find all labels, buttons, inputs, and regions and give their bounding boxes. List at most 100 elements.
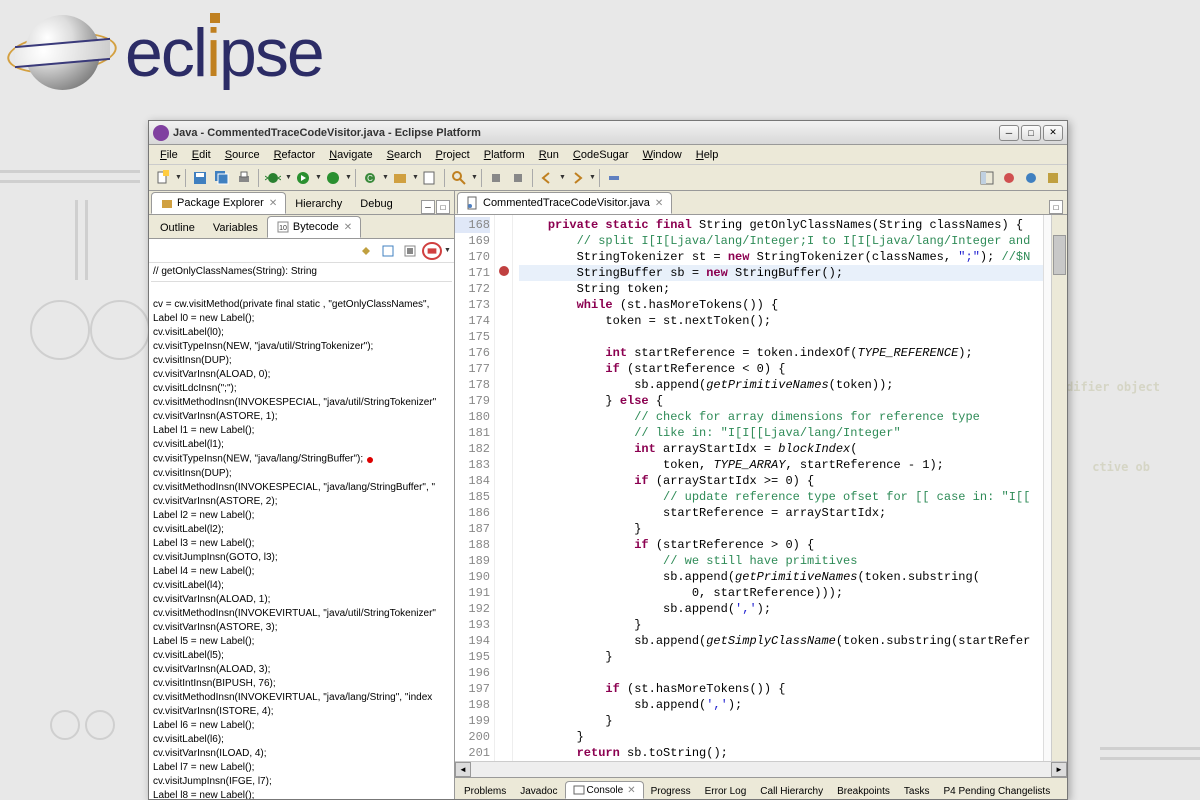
perspective-more-button[interactable]: [1043, 168, 1063, 188]
code-line: }: [519, 617, 1043, 633]
bottom-tab-problems[interactable]: Problems: [457, 784, 513, 799]
menu-window[interactable]: Window: [636, 147, 689, 163]
menu-platform[interactable]: Platform: [477, 147, 532, 163]
menu-codesugar[interactable]: CodeSugar: [566, 147, 636, 163]
run-last-button[interactable]: [323, 168, 343, 188]
dropdown-icon[interactable]: ▼: [315, 174, 321, 181]
bytecode-content[interactable]: // getOnlyClassNames(String): String cv …: [149, 263, 454, 799]
code-line: // we still have primitives: [519, 553, 1043, 569]
bottom-tab-console[interactable]: Console ✕: [565, 781, 644, 799]
bytecode-line: [151, 284, 452, 298]
view-tab-hierarchy[interactable]: Hierarchy: [286, 194, 351, 214]
view-tab-debug[interactable]: Debug: [351, 194, 401, 214]
code-line: // split I[I[Ljava/lang/Integer;I to I[I…: [519, 233, 1043, 249]
breakpoint-gutter[interactable]: [495, 215, 513, 761]
dropdown-icon[interactable]: ▼: [444, 247, 450, 254]
eclipse-logo: eclipse: [25, 15, 323, 90]
bytecode-line: Label l7 = new Label();: [151, 761, 452, 775]
bytecode-line: // getOnlyClassNames(String): String: [151, 265, 452, 282]
perspective-java-button[interactable]: [999, 168, 1019, 188]
dropdown-icon[interactable]: ▼: [412, 174, 418, 181]
forward-button[interactable]: [567, 168, 587, 188]
menu-edit[interactable]: Edit: [185, 147, 218, 163]
perspective-button[interactable]: [977, 168, 997, 188]
bytecode-line: cv.visitIntInsn(BIPUSH, 76);: [151, 677, 452, 691]
bytecode-tool-button[interactable]: [400, 242, 420, 260]
close-tab-icon[interactable]: ✕: [655, 198, 663, 209]
view-tab-bytecode[interactable]: 10Bytecode✕: [267, 216, 361, 238]
view-tab-outline[interactable]: Outline: [151, 218, 204, 238]
bottom-tab-call-hierarchy[interactable]: Call Hierarchy: [753, 784, 830, 799]
menu-help[interactable]: Help: [689, 147, 726, 163]
menubar: FileEditSourceRefactorNavigateSearchProj…: [149, 145, 1067, 165]
bottom-tab-p4-pending-changelists[interactable]: P4 Pending Changelists: [936, 784, 1057, 799]
bytecode-line: cv.visitMethodInsn(INVOKESPECIAL, "java/…: [151, 396, 452, 410]
run-button[interactable]: [293, 168, 313, 188]
code-line: // like in: "I[I[[Ljava/lang/Integer": [519, 425, 1043, 441]
dropdown-icon[interactable]: ▼: [175, 174, 181, 181]
minimize-view-button[interactable]: ─: [421, 200, 435, 214]
code-line: while (st.hasMoreTokens()) {: [519, 297, 1043, 313]
menu-search[interactable]: Search: [380, 147, 429, 163]
save-button[interactable]: [190, 168, 210, 188]
tool-button[interactable]: [508, 168, 528, 188]
code-area[interactable]: private static final String getOnlyClass…: [513, 215, 1043, 761]
code-line: int startReference = token.indexOf(TYPE_…: [519, 345, 1043, 361]
editor-tab[interactable]: CommentedTraceCodeVisitor.java ✕: [457, 192, 672, 214]
maximize-button[interactable]: □: [1021, 125, 1041, 141]
vertical-scrollbar[interactable]: [1051, 215, 1067, 761]
code-editor[interactable]: 1681691701711721731741751761771781791801…: [455, 215, 1067, 761]
left-secondary-tabs: OutlineVariables10Bytecode✕: [149, 215, 454, 239]
close-button[interactable]: ✕: [1043, 125, 1063, 141]
bottom-tab-progress[interactable]: Progress: [644, 784, 698, 799]
save-all-button[interactable]: [212, 168, 232, 188]
new-class-button[interactable]: C: [360, 168, 380, 188]
eclipse-wordmark: eclipse: [125, 19, 323, 87]
tool-button[interactable]: [486, 168, 506, 188]
bytecode-line: Label l2 = new Label();: [151, 509, 452, 523]
menu-project[interactable]: Project: [429, 147, 477, 163]
open-type-button[interactable]: [420, 168, 440, 188]
bottom-tab-breakpoints[interactable]: Breakpoints: [830, 784, 897, 799]
perspective-debug-button[interactable]: [1021, 168, 1041, 188]
bytecode-line: cv.visitInsn(DUP);: [151, 467, 452, 481]
menu-refactor[interactable]: Refactor: [267, 147, 323, 163]
new-button[interactable]: [153, 168, 173, 188]
bytecode-tool-button[interactable]: [378, 242, 398, 260]
bytecode-tool-button[interactable]: [356, 242, 376, 260]
dropdown-icon[interactable]: ▼: [559, 174, 565, 181]
back-button[interactable]: [537, 168, 557, 188]
dropdown-icon[interactable]: ▼: [345, 174, 351, 181]
menu-source[interactable]: Source: [218, 147, 267, 163]
code-line: sb.append(',');: [519, 601, 1043, 617]
horizontal-scrollbar[interactable]: ◄ ►: [455, 761, 1067, 777]
minimize-button[interactable]: ─: [999, 125, 1019, 141]
bytecode-line: cv.visitVarInsn(ALOAD, 0);: [151, 368, 452, 382]
maximize-view-button[interactable]: □: [436, 200, 450, 214]
bytecode-line: Label l8 = new Label();: [151, 789, 452, 799]
bottom-tab-error-log[interactable]: Error Log: [698, 784, 754, 799]
menu-file[interactable]: File: [153, 147, 185, 163]
debug-button[interactable]: [263, 168, 283, 188]
bytecode-link-button[interactable]: [422, 242, 442, 260]
view-tab-package-explorer[interactable]: Package Explorer✕: [151, 192, 286, 214]
code-line: // update reference type ofset for [[ ca…: [519, 489, 1043, 505]
titlebar: Java - CommentedTraceCodeVisitor.java - …: [149, 121, 1067, 145]
new-package-button[interactable]: [390, 168, 410, 188]
tool-button[interactable]: [604, 168, 624, 188]
code-line: // check for array dimensions for refere…: [519, 409, 1043, 425]
dropdown-icon[interactable]: ▼: [589, 174, 595, 181]
dropdown-icon[interactable]: ▼: [471, 174, 477, 181]
bottom-tab-tasks[interactable]: Tasks: [897, 784, 937, 799]
breakpoint-icon[interactable]: [499, 266, 509, 276]
dropdown-icon[interactable]: ▼: [285, 174, 291, 181]
svg-text:10: 10: [279, 225, 287, 232]
search-button[interactable]: [449, 168, 469, 188]
view-tab-variables[interactable]: Variables: [204, 218, 267, 238]
print-button[interactable]: [234, 168, 254, 188]
dropdown-icon[interactable]: ▼: [382, 174, 388, 181]
menu-run[interactable]: Run: [532, 147, 566, 163]
menu-navigate[interactable]: Navigate: [322, 147, 379, 163]
maximize-editor-button[interactable]: □: [1049, 200, 1063, 214]
bottom-tab-javadoc[interactable]: Javadoc: [513, 784, 564, 799]
